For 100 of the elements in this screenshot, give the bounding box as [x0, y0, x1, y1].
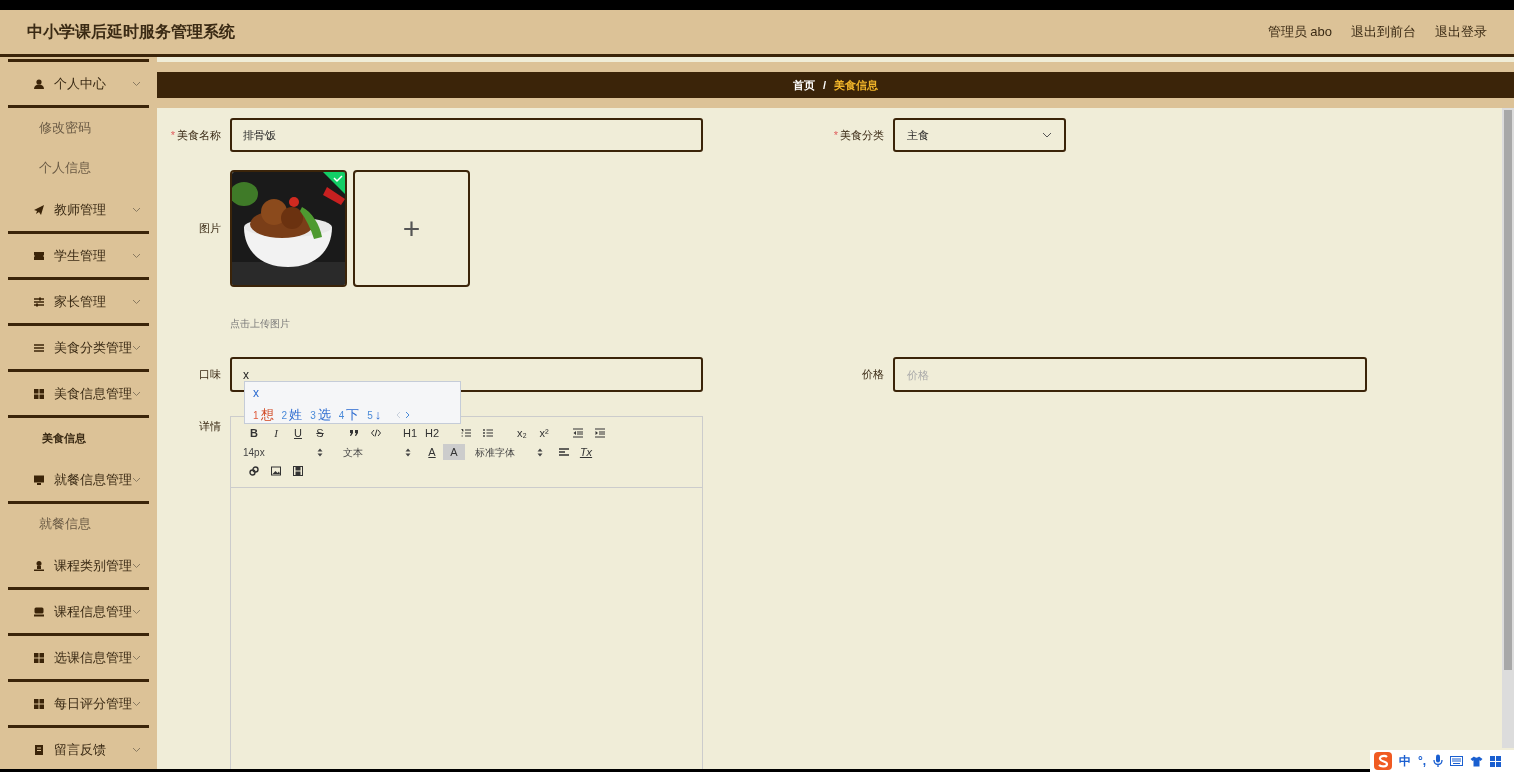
- microphone-icon: [1433, 754, 1444, 768]
- toolbar-button[interactable]: A: [443, 444, 465, 460]
- toolbar-button[interactable]: x²: [533, 425, 555, 441]
- required-mark: *: [833, 128, 838, 141]
- bullet-list-icon: [483, 428, 493, 438]
- chevron-down-icon: [132, 654, 141, 661]
- quote-icon: [349, 428, 359, 438]
- field-label: 详情: [199, 420, 221, 432]
- clipboard-icon: [33, 743, 45, 756]
- menu-group[interactable]: 学生管理: [8, 234, 149, 277]
- chevron-down-icon: [132, 206, 141, 213]
- toolbar-button[interactable]: Tx: [575, 444, 597, 460]
- chevron-down-icon: [132, 608, 141, 615]
- toolbar-picker[interactable]: 标准字体: [465, 444, 543, 460]
- chevron-down-icon: [132, 476, 141, 483]
- image-icon: [271, 466, 281, 476]
- upload-button[interactable]: +: [353, 170, 470, 287]
- toolbar-picker[interactable]: 文本: [333, 444, 411, 460]
- ordered-list-icon: [461, 428, 471, 438]
- header-link[interactable]: 退出到前台: [1351, 22, 1416, 42]
- person-icon: [33, 559, 45, 572]
- field-label: 口味: [199, 368, 221, 381]
- updown-icon: [317, 447, 323, 457]
- ime-candidate[interactable]: 1 想: [253, 402, 274, 426]
- chevron-down-icon: [132, 390, 141, 397]
- submenu-item[interactable]: 就餐信息: [8, 504, 149, 544]
- price-field[interactable]: 价格: [893, 357, 1367, 392]
- scrollbar[interactable]: [1502, 108, 1514, 748]
- indent-icon: [595, 428, 605, 438]
- menu-group[interactable]: 课程类别管理: [8, 544, 149, 587]
- ime-candidate[interactable]: 4下: [338, 402, 360, 426]
- toolbar-button[interactable]: A: [421, 444, 443, 460]
- toolbar-button[interactable]: H2: [421, 425, 443, 441]
- keyboard-icon: [1450, 756, 1464, 766]
- required-mark: *: [170, 128, 175, 141]
- monitor-icon: [33, 605, 45, 618]
- menu-group[interactable]: 就餐信息管理: [8, 458, 149, 501]
- menu-group[interactable]: 课程信息管理: [8, 590, 149, 633]
- check-icon: [323, 172, 345, 194]
- toolbar-button[interactable]: I: [265, 425, 287, 441]
- chevron-down-icon: [132, 562, 141, 569]
- chevron-down-icon: [132, 746, 141, 753]
- header-link[interactable]: 退出登录: [1435, 22, 1487, 42]
- toolbar-button[interactable]: U: [287, 425, 309, 441]
- grid-icon: [33, 651, 45, 664]
- toolbar-button[interactable]: x₂: [511, 425, 533, 441]
- menu-group[interactable]: 家长管理: [8, 280, 149, 323]
- user-menu-link[interactable]: 管理员 abo: [1267, 22, 1332, 42]
- field-label: 价格: [862, 368, 884, 381]
- field-label: 美食名称: [177, 128, 221, 141]
- sliders-icon: [33, 295, 45, 308]
- person-icon: [33, 77, 45, 90]
- ime-candidate[interactable]: 2姓: [281, 402, 303, 426]
- breadcrumb-separator: /: [822, 77, 827, 93]
- menu-group[interactable]: 每日评分管理: [8, 682, 149, 725]
- chevron-down-icon: [1042, 132, 1052, 138]
- chevron-down-icon: [132, 80, 141, 87]
- align-icon: [559, 447, 569, 457]
- outdent-icon: [573, 428, 583, 438]
- submenu-item[interactable]: 修改密码: [8, 108, 149, 148]
- updown-icon: [405, 447, 411, 457]
- submenu-item[interactable]: 美食信息: [8, 418, 149, 458]
- grid-icon: [1490, 755, 1502, 767]
- grid-icon: [33, 697, 45, 710]
- field-label: 美食分类: [840, 128, 884, 141]
- grid-icon: [33, 387, 45, 400]
- menu-group[interactable]: 教师管理: [8, 188, 149, 231]
- menu-group[interactable]: 美食信息管理: [8, 372, 149, 415]
- ime-mode-toggle[interactable]: 中: [1399, 752, 1411, 770]
- ime-candidate[interactable]: 3选: [310, 402, 331, 426]
- name-field[interactable]: 排骨饭: [230, 118, 703, 152]
- chevron-down-icon: [132, 298, 141, 305]
- punctuation-toggle[interactable]: °,: [1418, 752, 1427, 770]
- chevron-down-icon: [132, 252, 141, 259]
- toolbar-button[interactable]: S: [309, 425, 331, 441]
- upload-hint: 点击上传图片: [230, 317, 290, 331]
- monitor-icon: [33, 473, 45, 486]
- menu-group[interactable]: 留言反馈: [8, 728, 149, 769]
- paper-plane-icon: [33, 203, 45, 216]
- menu-group[interactable]: 美食分类管理: [8, 326, 149, 369]
- list-icon: [33, 341, 45, 354]
- breadcrumb-link[interactable]: 首页: [792, 76, 815, 94]
- video-icon: [293, 466, 303, 476]
- field-label: 图片: [199, 222, 221, 235]
- link-icon: [249, 466, 259, 476]
- toolbar-picker[interactable]: 14px: [243, 444, 323, 460]
- chevron-down-icon: [132, 700, 141, 707]
- chevron-down-icon: [132, 344, 141, 351]
- category-select[interactable]: 主食: [893, 118, 1066, 152]
- shirt-icon: [1470, 755, 1484, 767]
- menu-group[interactable]: 选课信息管理: [8, 636, 149, 679]
- updown-icon: [537, 447, 543, 457]
- code-icon: [371, 428, 381, 438]
- submenu-item[interactable]: 个人信息: [8, 148, 149, 188]
- toolbar-button[interactable]: B: [243, 425, 265, 441]
- menu-group[interactable]: 个人中心: [8, 62, 149, 105]
- toolbar-button[interactable]: H1: [399, 425, 421, 441]
- ime-candidate[interactable]: 5↓: [367, 402, 382, 426]
- app-title: 中小学课后延时服务管理系统: [27, 22, 235, 42]
- ticket-icon: [33, 249, 45, 262]
